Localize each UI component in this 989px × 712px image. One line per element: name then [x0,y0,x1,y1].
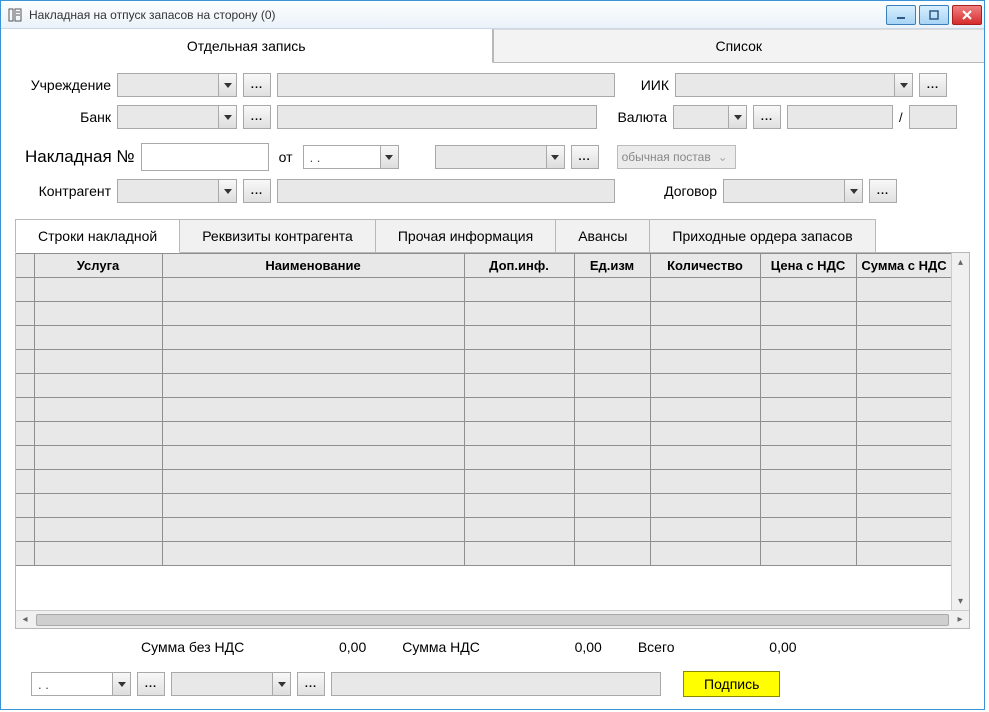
contract-select[interactable] [723,179,863,203]
contract-label: Договор [621,183,717,199]
total-novat-label: Сумма без НДС [141,639,244,655]
table-row[interactable] [16,422,951,446]
sign-button[interactable]: Подпись [683,671,780,697]
window: Накладная на отпуск запасов на сторону (… [0,0,985,710]
total-vat-value: 0,00 [492,639,602,655]
extra-select-1[interactable] [435,145,565,169]
total-vat-label: Сумма НДС [402,639,480,655]
tab-list[interactable]: Список [493,29,985,63]
table-row[interactable] [16,542,951,566]
invoice-date-select[interactable]: . . [303,145,399,169]
currency-lookup-button[interactable]: ... [753,105,781,129]
table-row[interactable] [16,494,951,518]
col-unit[interactable]: Ед.изм [574,254,650,278]
table-row[interactable] [16,398,951,422]
subtab-lines[interactable]: Строки накладной [15,219,180,253]
bottom-select-2[interactable] [171,672,291,696]
col-sum[interactable]: Сумма с НДС [856,254,951,278]
vertical-scrollbar[interactable]: ▴ ▾ [951,253,969,610]
table-row[interactable] [16,446,951,470]
bottom-lookup-2[interactable]: ... [297,672,325,696]
bottom-date-select[interactable]: . . [31,672,131,696]
currency-label: Валюта [603,109,667,125]
grid-row-header [16,254,34,278]
delivery-type-select[interactable]: обычная постав⌄ [617,145,736,169]
bottom-text [331,672,661,696]
iik-label: ИИК [621,77,669,93]
app-icon [7,7,23,23]
bottom-date-lookup[interactable]: ... [137,672,165,696]
window-title: Накладная на отпуск запасов на сторону (… [29,8,886,22]
contract-lookup-button[interactable]: ... [869,179,897,203]
maximize-button[interactable] [919,5,949,25]
from-label: от [279,149,293,165]
table-row[interactable] [16,326,951,350]
institution-name [277,73,615,97]
iik-lookup-button[interactable]: ... [919,73,947,97]
tab-single-record[interactable]: Отдельная запись [1,29,493,63]
contractor-label: Контрагент [15,183,111,199]
currency-select[interactable] [673,105,747,129]
bottom-bar: . . ... ... Подпись [1,665,984,709]
table-row[interactable] [16,350,951,374]
total-label: Всего [638,639,675,655]
table-row[interactable] [16,278,951,302]
horizontal-scrollbar[interactable]: ◂ ▸ [16,610,969,628]
institution-label: Учреждение [15,77,111,93]
subtab-advances[interactable]: Авансы [555,219,650,252]
col-price[interactable]: Цена с НДС [760,254,856,278]
subtab-requisites[interactable]: Реквизиты контрагента [179,219,376,252]
institution-select[interactable] [117,73,237,97]
titlebar: Накладная на отпуск запасов на сторону (… [1,1,984,29]
bank-select[interactable] [117,105,237,129]
currency-rate1 [787,105,893,129]
currency-rate2 [909,105,957,129]
total-value: 0,00 [687,639,797,655]
bank-label: Банк [15,109,111,125]
table-row[interactable] [16,518,951,542]
minimize-button[interactable] [886,5,916,25]
totals-row: Сумма без НДС 0,00 Сумма НДС 0,00 Всего … [1,629,984,665]
bank-name [277,105,597,129]
table-row[interactable] [16,302,951,326]
extra-lookup-1[interactable]: ... [571,145,599,169]
subtab-other[interactable]: Прочая информация [375,219,556,252]
bank-lookup-button[interactable]: ... [243,105,271,129]
contractor-lookup-button[interactable]: ... [243,179,271,203]
close-button[interactable] [952,5,982,25]
iik-select[interactable] [675,73,913,97]
table-row[interactable] [16,470,951,494]
invoice-number-label: Накладная № [25,147,135,167]
col-name[interactable]: Наименование [162,254,464,278]
col-extra[interactable]: Доп.инф. [464,254,574,278]
data-grid[interactable]: Услуга Наименование Доп.инф. Ед.изм Коли… [16,253,951,566]
col-qty[interactable]: Количество [650,254,760,278]
table-row[interactable] [16,374,951,398]
invoice-number-input[interactable] [141,143,269,171]
col-service[interactable]: Услуга [34,254,162,278]
institution-lookup-button[interactable]: ... [243,73,271,97]
contractor-name [277,179,615,203]
subtab-receipts[interactable]: Приходные ордера запасов [649,219,875,252]
total-novat-value: 0,00 [256,639,366,655]
grid-area: Услуга Наименование Доп.инф. Ед.изм Коли… [15,253,970,629]
contractor-select[interactable] [117,179,237,203]
slash: / [899,110,903,125]
